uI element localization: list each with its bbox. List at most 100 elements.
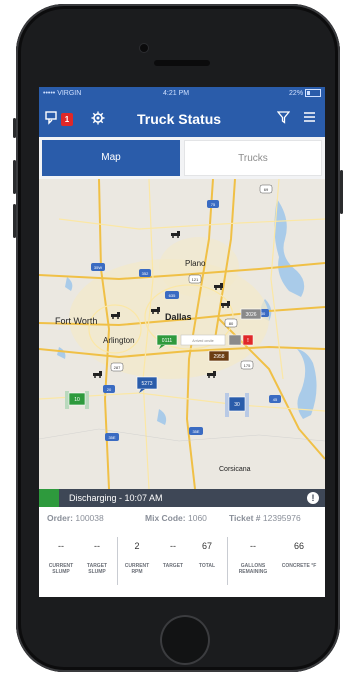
carrier-label: ••••• VIRGIN (43, 90, 82, 97)
metric-total: 67 TOTAL (189, 539, 225, 569)
page-title: Truck Status (137, 111, 222, 127)
order-number: 100038 (75, 513, 104, 523)
tab-map[interactable]: Map (42, 140, 180, 176)
truck-metrics: -- CURRENT SLUMP -- TARGET SLUMP 2 CURRE… (39, 529, 325, 597)
metric-label: CONCRETE °F (281, 563, 317, 569)
svg-text:45: 45 (273, 397, 278, 402)
svg-text:352: 352 (142, 271, 149, 276)
earpiece-speaker (154, 60, 210, 66)
highway-shield: 635 (165, 291, 179, 299)
svg-text:20: 20 (107, 387, 112, 392)
metric-label: TOTAL (198, 563, 216, 569)
chat-icon[interactable] (45, 111, 61, 129)
view-tabs: Map Trucks (39, 137, 325, 179)
svg-text:121: 121 (192, 277, 199, 282)
highway-shield: 75 (207, 200, 219, 208)
ticket-info-row: Order: 100038 Mix Code: 1060 Ticket # 12… (39, 507, 325, 530)
metric-label: GALLONS REMAINING (238, 563, 268, 575)
svg-text:10: 10 (74, 397, 80, 403)
mix-code-info: Mix Code: 1060 (145, 513, 207, 523)
battery-icon (305, 89, 321, 98)
metric-value: -- (250, 541, 256, 551)
svg-text:69: 69 (264, 187, 269, 192)
front-camera (140, 44, 148, 52)
svg-text:635: 635 (169, 293, 176, 298)
truck-map[interactable]: 75 69 35W 352 635 121 80 287 20 175 30 4… (39, 179, 325, 489)
svg-text:Arrived onsite: Arrived onsite (192, 339, 213, 343)
map-canvas: 75 69 35W 352 635 121 80 287 20 175 30 4… (39, 179, 325, 489)
svg-text:2958: 2958 (213, 354, 224, 360)
svg-text:287: 287 (114, 365, 121, 370)
svg-text:175: 175 (244, 363, 251, 368)
highway-shield: 35W (91, 263, 105, 271)
battery-percent: 22% (289, 90, 304, 97)
truck-status-text: Discharging - 10:07 AM (69, 493, 163, 503)
city-label-fort-worth: Fort Worth (55, 316, 97, 326)
gear-icon[interactable] (91, 111, 105, 129)
metric-gallons-remaining: -- GALLONS REMAINING (233, 539, 273, 575)
svg-text:35W: 35W (94, 265, 102, 270)
mix-code-value: 1060 (188, 513, 207, 523)
metric-target-slump: -- TARGET SLUMP (79, 539, 115, 575)
order-info: Order: 100038 (47, 513, 104, 523)
ticket-info: Ticket # 12395976 (229, 513, 301, 523)
status-bar: ••••• VIRGIN 4:21 PM 22% (39, 87, 325, 101)
home-button[interactable] (160, 615, 210, 665)
highway-shield: 35E (189, 427, 203, 435)
svg-text:35E: 35E (108, 435, 115, 440)
highway-shield: 175 (240, 360, 254, 370)
metric-value: 2 (134, 541, 140, 551)
metric-current-rpm: 2 CURRENT RPM (119, 539, 155, 575)
svg-text:3026: 3026 (245, 312, 256, 318)
metric-label: TARGET (162, 563, 184, 569)
highway-shield: 45 (269, 395, 281, 403)
metric-divider (227, 537, 228, 585)
status-color-indicator (39, 489, 59, 507)
svg-text:5273: 5273 (141, 381, 152, 387)
clock: 4:21 PM (163, 90, 190, 97)
metric-label: CURRENT RPM (124, 563, 150, 575)
metric-value: 67 (201, 541, 212, 551)
highway-shield: 287 (110, 362, 124, 372)
svg-text:80: 80 (229, 321, 234, 326)
filter-icon[interactable] (276, 111, 291, 128)
highway-shield: 352 (139, 269, 151, 277)
svg-text:30: 30 (261, 311, 266, 316)
city-label-arlington: Arlington (103, 336, 135, 345)
metric-value: 66 (293, 541, 304, 551)
volume-up-button (13, 160, 16, 194)
hamburger-menu-icon[interactable] (303, 111, 316, 127)
power-button (340, 170, 343, 214)
highway-shield: 35E (105, 433, 119, 441)
highway-shield: 20 (103, 385, 115, 393)
city-label-plano: Plano (185, 259, 206, 268)
highway-shield: 121 (188, 274, 202, 284)
truck-status-strip[interactable]: Discharging - 10:07 AM ! (39, 489, 325, 507)
metric-current-slump: -- CURRENT SLUMP (43, 539, 79, 575)
tab-trucks[interactable]: Trucks (184, 140, 322, 176)
svg-text:35E: 35E (192, 429, 199, 434)
battery-indicator: 22% (289, 87, 321, 101)
svg-text:75: 75 (211, 202, 216, 207)
volume-down-button (13, 204, 16, 238)
metric-label: CURRENT SLUMP (48, 563, 74, 575)
info-icon[interactable]: ! (307, 492, 319, 504)
truck-tag-gray[interactable]: 3026 (240, 308, 262, 320)
nav-bar: 1 Truck Status (39, 101, 325, 137)
metric-value: -- (94, 541, 100, 551)
highway-shield: 80 (224, 318, 238, 328)
highway-shield: 69 (259, 184, 273, 194)
svg-text:0111: 0111 (162, 338, 173, 344)
mute-switch (13, 118, 16, 138)
ticket-number: 12395976 (262, 513, 301, 523)
app-screen: ••••• VIRGIN 4:21 PM 22% 1 Truck Status … (39, 87, 325, 597)
truck-tag-brown[interactable]: 2958 (208, 350, 230, 362)
notification-badge[interactable]: 1 (61, 113, 73, 126)
metric-target: -- TARGET (155, 539, 191, 569)
metric-value: -- (170, 541, 176, 551)
city-label-dallas: Dallas (165, 312, 192, 322)
metric-label: TARGET SLUMP (86, 563, 108, 575)
metric-value: -- (58, 541, 64, 551)
metric-concrete-temp: 66 CONCRETE °F (279, 539, 319, 569)
svg-text:30: 30 (234, 402, 240, 408)
